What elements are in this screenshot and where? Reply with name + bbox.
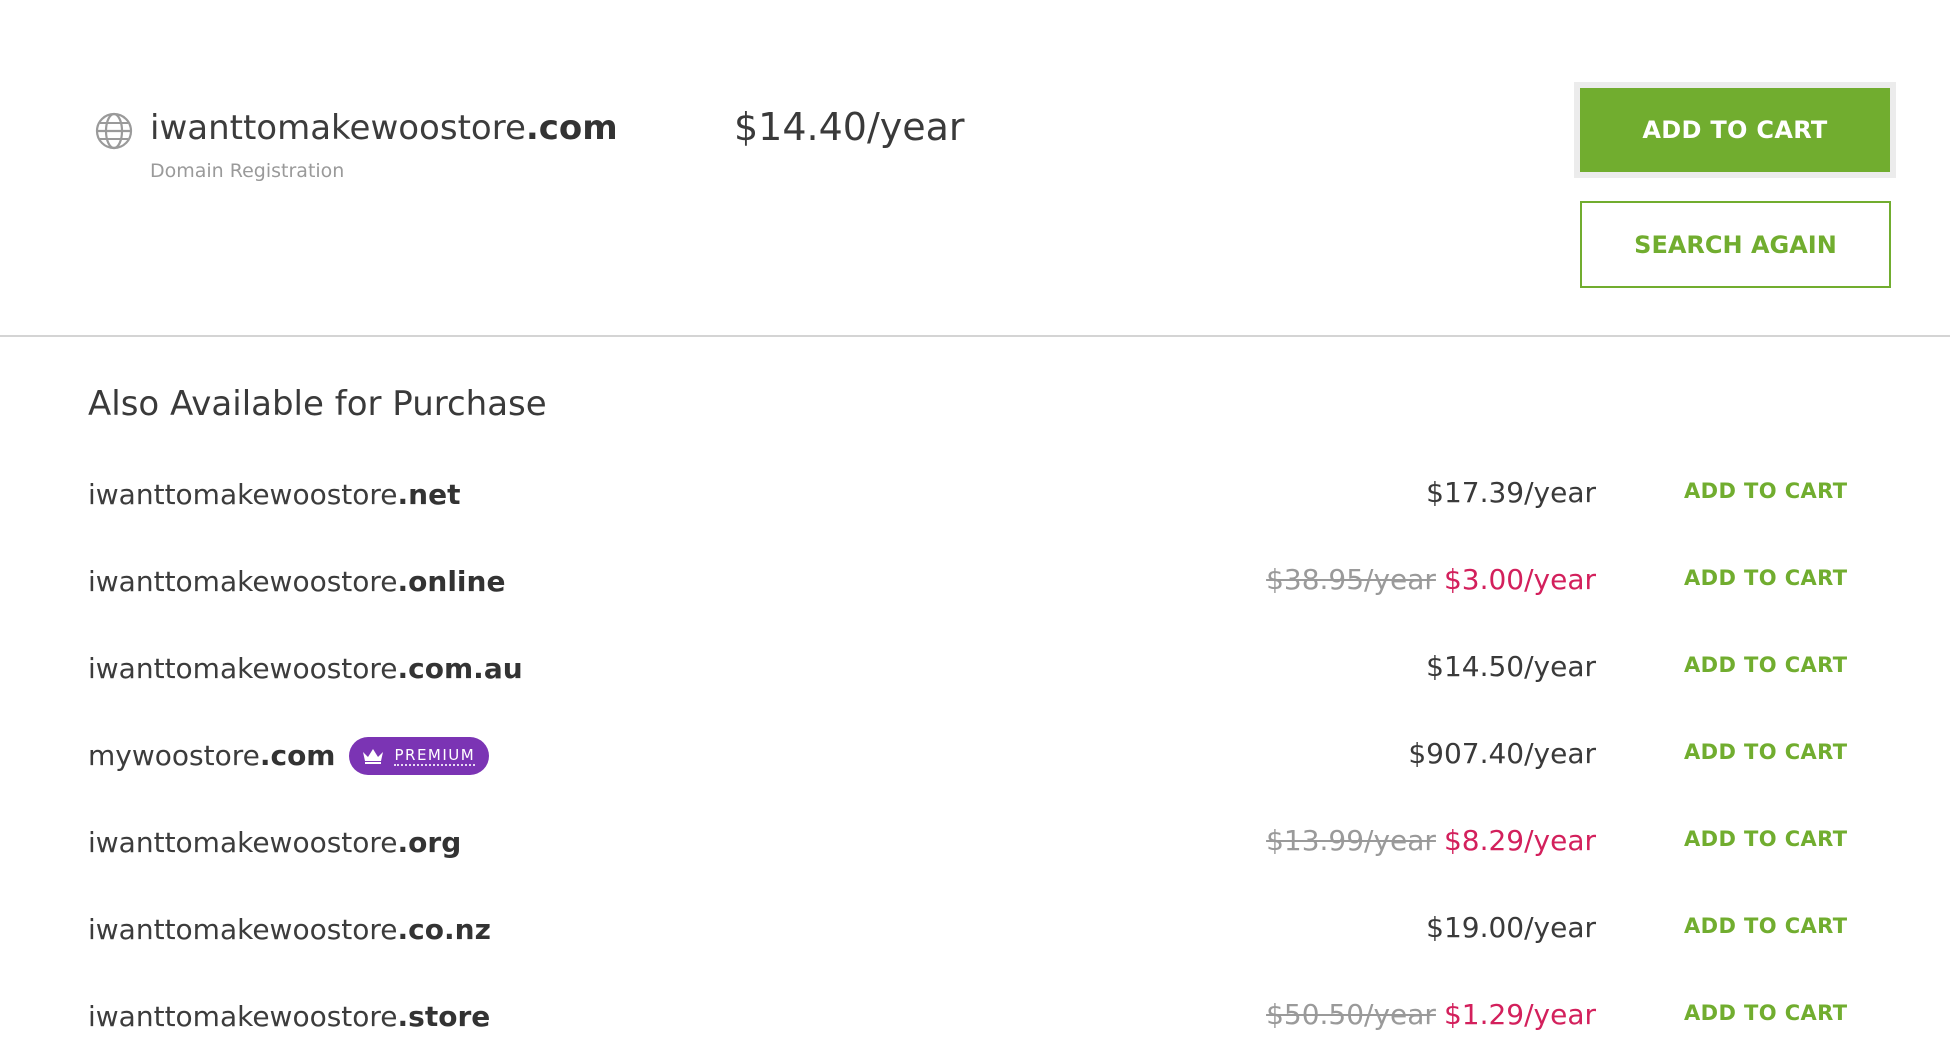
- main-domain-tld: .com: [525, 108, 618, 148]
- row-add-to-cart-link[interactable]: ADD TO CART: [1684, 827, 1848, 851]
- domain-base: iwanttomakewoostore: [88, 1000, 398, 1033]
- crown-icon: [363, 749, 384, 764]
- original-price: $50.50/year: [1266, 998, 1436, 1031]
- domain-base: iwanttomakewoostore: [88, 478, 398, 511]
- domain-row: iwanttomakewoostore .com.au $14.50/year ADD…: [0, 625, 1950, 712]
- globe-icon: [95, 112, 133, 150]
- domain-result-header: iwanttomakewoostore.com Domain Registrat…: [0, 0, 1950, 337]
- sale-price: $8.29/year: [1443, 824, 1596, 857]
- premium-badge-label: PREMIUM: [394, 746, 476, 766]
- domain-row: iwanttomakewoostore .org $13.99/year $8.29/…: [0, 799, 1950, 886]
- domain-row: mywoostore .com PREMIUM $907.40/year ADD TO …: [0, 712, 1950, 799]
- domain-price: $13.99/year $8.29/year: [1266, 821, 1596, 861]
- row-add-to-cart-link[interactable]: ADD TO CART: [1684, 653, 1848, 677]
- domain-name: iwanttomakewoostore .com.au: [88, 649, 523, 689]
- domain-name: iwanttomakewoostore .net: [88, 475, 460, 515]
- domain-base: iwanttomakewoostore: [88, 652, 398, 685]
- main-domain-base: iwanttomakewoostore: [150, 108, 526, 148]
- domain-price: $14.50/year: [1426, 647, 1596, 687]
- original-price: $38.95/year: [1266, 563, 1436, 596]
- domain-tld: .org: [397, 826, 462, 859]
- sale-price: $1.29/year: [1443, 998, 1596, 1031]
- regular-price: $19.00/year: [1426, 911, 1596, 944]
- premium-badge[interactable]: PREMIUM: [349, 737, 490, 775]
- domain-row: iwanttomakewoostore .online $38.95/year $3.…: [0, 538, 1950, 625]
- domain-price: $38.95/year $3.00/year: [1266, 560, 1596, 600]
- row-add-to-cart-link[interactable]: ADD TO CART: [1684, 914, 1848, 938]
- domain-base: mywoostore: [88, 739, 260, 772]
- regular-price: $14.50/year: [1426, 650, 1596, 683]
- main-domain-name: iwanttomakewoostore.com: [150, 104, 618, 152]
- search-again-button[interactable]: SEARCH AGAIN: [1580, 201, 1891, 288]
- domain-base: iwanttomakewoostore: [88, 565, 398, 598]
- domain-name: iwanttomakewoostore .store: [88, 997, 490, 1037]
- domain-tld: .store: [397, 1000, 491, 1033]
- domain-price: $50.50/year $1.29/year: [1266, 995, 1596, 1035]
- regular-price: $17.39/year: [1426, 476, 1596, 509]
- domain-name: iwanttomakewoostore .online: [88, 562, 505, 602]
- regular-price: $907.40/year: [1408, 737, 1596, 770]
- domain-tld: .co.nz: [397, 913, 491, 946]
- main-domain-subtitle: Domain Registration: [150, 160, 345, 182]
- domain-price: $17.39/year: [1426, 473, 1596, 513]
- domain-tld: .com: [259, 739, 336, 772]
- sale-price: $3.00/year: [1443, 563, 1596, 596]
- domain-row: iwanttomakewoostore .co.nz $19.00/year ADD …: [0, 886, 1950, 973]
- domain-row: iwanttomakewoostore .store $50.50/year $1.2…: [0, 973, 1950, 1060]
- domain-tld: .online: [397, 565, 506, 598]
- also-available-title: Also Available for Purchase: [88, 384, 547, 424]
- domain-row: iwanttomakewoostore .net $17.39/year ADD TO…: [0, 451, 1950, 538]
- domain-name: iwanttomakewoostore .org: [88, 823, 461, 863]
- domain-name: iwanttomakewoostore .co.nz: [88, 910, 491, 950]
- domain-tld: .com.au: [397, 652, 523, 685]
- domain-base: iwanttomakewoostore: [88, 826, 398, 859]
- domain-name: mywoostore .com PREMIUM: [88, 736, 490, 776]
- row-add-to-cart-link[interactable]: ADD TO CART: [1684, 566, 1848, 590]
- original-price: $13.99/year: [1266, 824, 1436, 857]
- domain-price: $19.00/year: [1426, 908, 1596, 948]
- domain-price: $907.40/year: [1408, 734, 1596, 774]
- domain-tld: .net: [397, 478, 461, 511]
- main-domain-price: $14.40/year: [734, 105, 965, 149]
- row-add-to-cart-link[interactable]: ADD TO CART: [1684, 479, 1848, 503]
- add-to-cart-button[interactable]: ADD TO CART: [1574, 82, 1896, 178]
- row-add-to-cart-link[interactable]: ADD TO CART: [1684, 740, 1848, 764]
- row-add-to-cart-link[interactable]: ADD TO CART: [1684, 1001, 1848, 1025]
- domain-base: iwanttomakewoostore: [88, 913, 398, 946]
